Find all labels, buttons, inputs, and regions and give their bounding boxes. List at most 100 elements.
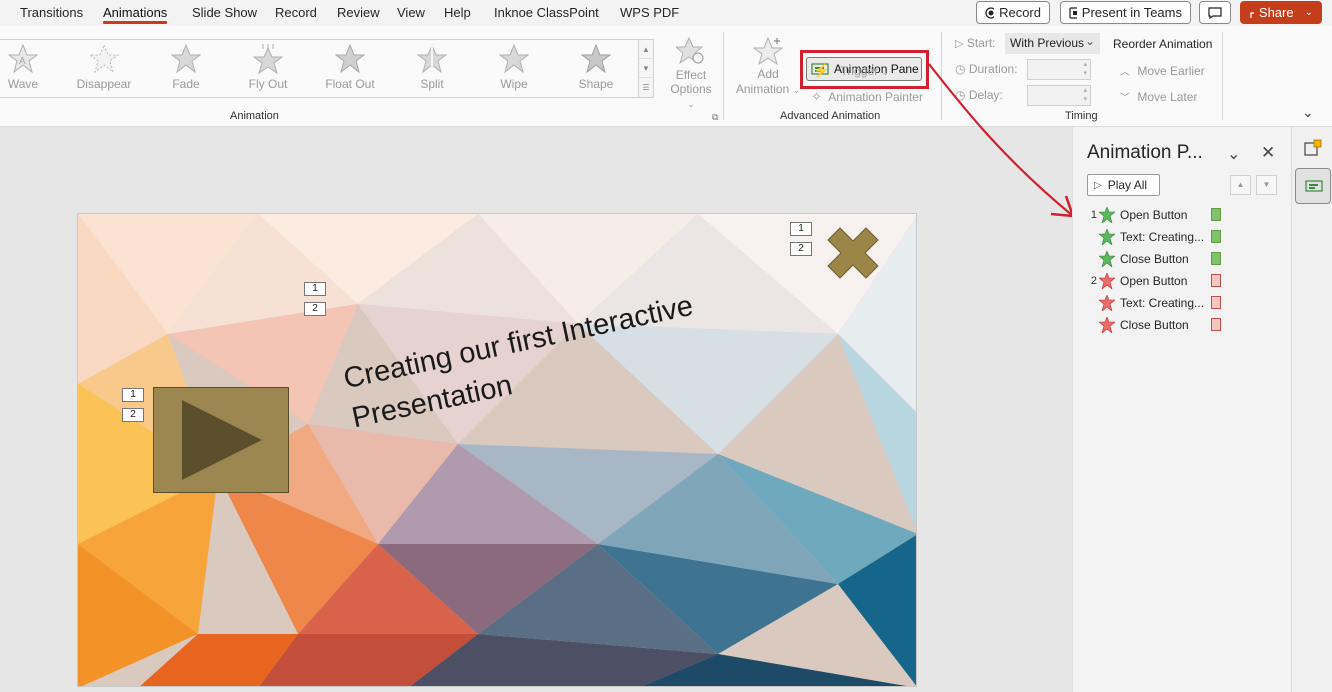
tab-transitions[interactable]: Transitions	[20, 5, 83, 20]
tab-record[interactable]: Record	[275, 5, 317, 20]
timeline-bar	[1211, 296, 1221, 309]
animation-pane-icon	[1305, 180, 1323, 192]
record-button[interactable]: Record	[976, 1, 1050, 24]
disappear-star-icon	[89, 44, 119, 74]
share-button[interactable]: Share ⌄	[1240, 1, 1322, 24]
anim-fly-out-label: Fly Out	[248, 77, 288, 91]
pane-item[interactable]: Close Button	[1089, 315, 1229, 335]
animation-tag[interactable]: 2	[790, 242, 812, 256]
anim-split[interactable]: Split	[397, 44, 467, 91]
entrance-effect-icon	[1099, 207, 1115, 223]
anim-float-out[interactable]: Float Out	[315, 44, 385, 91]
anim-fly-out[interactable]: Fly Out	[233, 44, 303, 91]
pane-item[interactable]: 2 Open Button	[1089, 271, 1229, 291]
pane-item[interactable]: Text: Creating...	[1089, 227, 1229, 247]
pane-options-chevron-icon[interactable]: ⌄	[1227, 144, 1240, 164]
anim-float-out-label: Float Out	[325, 77, 375, 91]
wipe-star-icon	[499, 44, 529, 74]
share-icon	[1250, 11, 1254, 18]
start-dropdown[interactable]: With Previous	[1005, 33, 1100, 54]
comment-icon	[1208, 6, 1222, 19]
add-animation-label-1: Add	[757, 67, 779, 81]
anim-wave-label: Wave	[7, 77, 39, 91]
chevron-up-icon: ︿	[1120, 67, 1130, 78]
animation-tag[interactable]: 2	[304, 302, 326, 316]
animation-pane: Animation P... ⌄ ✕ ▷ Play All ▲ ▼ 1 Open…	[1072, 127, 1291, 692]
dialog-launcher-icon[interactable]: ⧉	[712, 112, 718, 123]
anim-wipe[interactable]: Wipe	[479, 44, 549, 91]
animation-tag[interactable]: 1	[122, 388, 144, 402]
comments-button[interactable]	[1199, 1, 1231, 24]
tab-view[interactable]: View	[397, 5, 425, 20]
fly-out-star-icon	[253, 44, 283, 74]
tab-animations[interactable]: Animations	[103, 5, 168, 24]
tab-review[interactable]: Review	[337, 5, 380, 20]
animation-tag[interactable]: 1	[790, 222, 812, 236]
animation-tag[interactable]: 1	[304, 282, 326, 296]
animation-pane-toggle-button[interactable]	[1295, 168, 1331, 204]
selection-pane-icon[interactable]	[1304, 139, 1322, 157]
close-button-shape[interactable]	[826, 227, 880, 279]
pane-item[interactable]: Text: Creating...	[1089, 293, 1229, 313]
group-label-advanced-animation: Advanced Animation	[780, 110, 881, 122]
exit-effect-icon	[1099, 295, 1115, 311]
move-later-button[interactable]: ﹀ Move Later	[1120, 89, 1197, 104]
pane-item-label: Text: Creating...	[1120, 296, 1205, 310]
tab-slide-show[interactable]: Slide Show	[192, 5, 257, 20]
tab-wps-pdf[interactable]: WPS PDF	[620, 5, 679, 20]
play-icon: ▷	[1094, 179, 1102, 191]
gallery-scroll-up-icon[interactable]: ▲	[639, 40, 653, 59]
exit-effect-icon	[1099, 317, 1115, 333]
anim-disappear[interactable]: Disappear	[69, 44, 139, 91]
add-animation-button[interactable]: Add Animation ⌄	[734, 36, 802, 98]
pane-item-label: Open Button	[1120, 274, 1188, 288]
gallery-scrollbar[interactable]: ▲ ▼ ☰	[638, 39, 654, 98]
gallery-scroll-down-icon[interactable]: ▼	[639, 59, 653, 78]
play-icon	[182, 400, 262, 480]
pane-item-label: Close Button	[1120, 252, 1189, 266]
effect-options-button[interactable]: Effect Options ⌄	[666, 36, 716, 111]
anim-split-label: Split	[420, 77, 444, 91]
tab-help[interactable]: Help	[444, 5, 471, 20]
animation-gallery: A Wave Disappear Fade Fly Out Float Out …	[0, 39, 640, 98]
animation-painter-icon: ✧	[811, 89, 822, 104]
add-animation-label-2: Animation	[735, 82, 790, 96]
start-dropdown-value: With Previous	[1010, 36, 1085, 50]
trigger-dropdown-icon: ⌄	[881, 67, 889, 77]
present-in-teams-button[interactable]: Present in Teams	[1060, 1, 1191, 24]
gallery-more-icon[interactable]: ☰	[639, 78, 653, 97]
tab-inknoe-classpoint[interactable]: Inknoe ClassPoint	[494, 5, 599, 20]
ribbon-collapse-chevron-icon[interactable]: ⌄	[1302, 104, 1314, 121]
pane-item[interactable]: 1 Open Button	[1089, 205, 1229, 225]
share-dropdown-icon[interactable]: ⌄	[1305, 7, 1313, 18]
trigger-button[interactable]: ⚡ Trigger ⌄	[813, 63, 889, 79]
move-up-button[interactable]: ▲	[1230, 175, 1251, 195]
record-label: Record	[999, 5, 1041, 20]
chevron-down-icon: ﹀	[1120, 93, 1130, 104]
play-all-button[interactable]: ▷ Play All	[1087, 174, 1160, 196]
trigger-label: Trigger	[840, 64, 879, 78]
animation-painter-button[interactable]: ✧ Animation Painter	[811, 89, 923, 105]
entrance-effect-icon	[1099, 229, 1115, 245]
annotation-arrow	[928, 63, 1075, 218]
move-down-button[interactable]: ▼	[1256, 175, 1277, 195]
pane-item-label: Open Button	[1120, 208, 1188, 222]
open-button-shape[interactable]	[153, 387, 289, 493]
record-icon	[985, 6, 995, 19]
pane-item[interactable]: Close Button	[1089, 249, 1229, 269]
play-all-label: Play All	[1107, 178, 1148, 192]
close-icon[interactable]: ✕	[1261, 143, 1275, 163]
anim-wipe-label: Wipe	[500, 77, 528, 91]
timeline-bar	[1211, 208, 1221, 221]
start-label: ▷ Start:	[955, 36, 996, 50]
shape-star-icon	[581, 44, 611, 74]
anim-fade[interactable]: Fade	[151, 44, 221, 91]
move-earlier-button[interactable]: ︿ Move Earlier	[1120, 63, 1205, 78]
animation-tag[interactable]: 2	[122, 408, 144, 422]
anim-wave[interactable]: A Wave	[0, 44, 58, 91]
anim-shape[interactable]: Shape	[561, 44, 631, 91]
separator	[723, 32, 724, 120]
pane-item-number: 1	[1090, 209, 1097, 221]
timeline-bar	[1211, 318, 1221, 331]
animation-pane-title: Animation P...	[1087, 142, 1203, 163]
